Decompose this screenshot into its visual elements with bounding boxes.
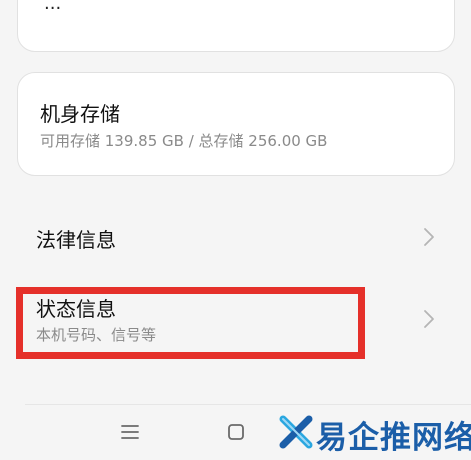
storage-card[interactable]: 机身存储 可用存储 139.85 GB / 总存储 256.00 GB [17,72,455,176]
storage-title: 机身存储 [40,102,120,126]
watermark: 易企推网络 [278,410,471,456]
chevron-right-icon [424,228,434,246]
chevron-right-icon [424,310,434,328]
top-card-fragment: ... [44,0,62,14]
legal-info-row[interactable]: 法律信息 [0,206,471,268]
status-info-subtitle: 本机号码、信号等 [36,326,157,344]
storage-subtitle: 可用存储 139.85 GB / 总存储 256.00 GB [40,132,328,150]
home-square-icon[interactable] [222,418,250,446]
status-info-row[interactable]: 状态信息 本机号码、信号等 [0,283,471,363]
x-logo-icon [279,415,313,449]
watermark-text: 易企推网络 [316,420,471,456]
legal-info-title: 法律信息 [36,228,116,252]
menu-icon[interactable] [116,418,144,446]
status-info-title: 状态信息 [36,297,116,321]
top-card-partial[interactable]: ... [17,0,455,52]
